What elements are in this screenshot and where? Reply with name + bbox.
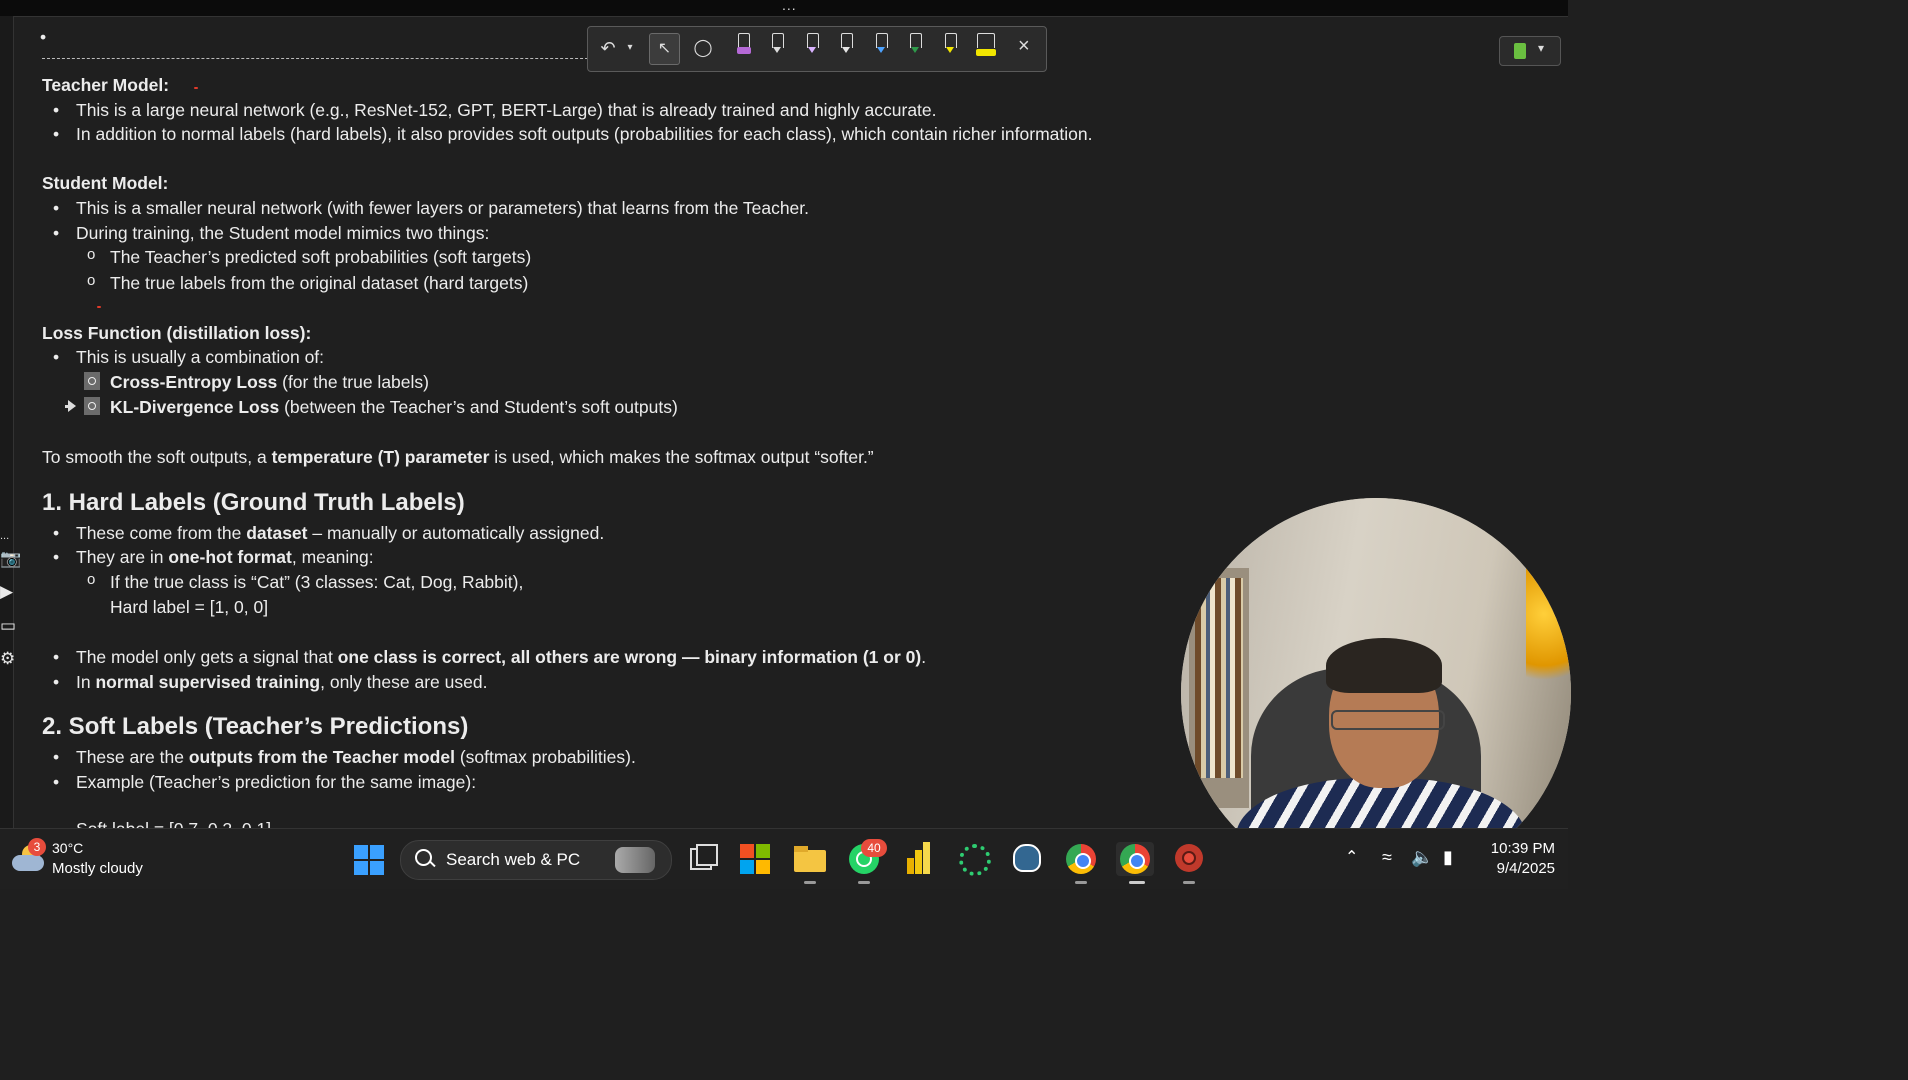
battery-icon[interactable]: ▮ [1443,847,1453,868]
chevron-down-icon[interactable]: ▾ [624,33,636,63]
highlighter-icon[interactable] [942,33,958,59]
soft-labels-heading: 2. Soft Labels (Teacher’s Predictions) [42,713,469,740]
clock-date: 9/4/2025 [1496,860,1555,877]
weather-condition[interactable]: Mostly cloudy [52,860,143,877]
chevron-down-icon: ▾ [1538,41,1545,55]
list-item: The model only gets a signal that one cl… [53,646,926,668]
list-item: Example (Teacher’s prediction for the sa… [53,771,476,793]
running-indicator [858,881,870,884]
search-box[interactable]: Search web & PC [400,840,672,880]
chrome-icon[interactable] [1065,842,1099,876]
weather-temp[interactable]: 30°C [52,840,83,856]
pen-toolbar: ↶ ▾ ↖ ◯ × [587,26,1047,72]
search-icon [415,849,432,866]
running-indicator [1129,881,1145,884]
volume-icon[interactable]: 🔈 [1411,847,1433,868]
student-heading: Student Model: [42,173,169,193]
running-indicator [1183,881,1195,884]
list-item: This is a large neural network (e.g., Re… [53,99,937,121]
close-icon[interactable]: × [1018,35,1030,58]
left-gutter [0,16,14,828]
taskbar: 3 30°C Mostly cloudy Search web & PC 40 … [0,828,1568,889]
teacher-heading: Teacher Model: [42,75,170,95]
title-bar: ... [0,0,1568,17]
pen-icon[interactable] [769,33,785,59]
chrome-icon[interactable] [1116,842,1154,876]
notebook-icon [1514,43,1526,59]
list-item: This is usually a combination of: [53,346,324,368]
pen-icon[interactable] [907,33,923,59]
list-item: They are in one-hot format, meaning: [53,546,374,568]
microsoft-store-icon[interactable] [740,844,770,874]
clock[interactable]: 10:39 PM 9/4/2025 [1481,839,1555,879]
temperature-paragraph: To smooth the soft outputs, a temperatur… [42,447,874,467]
sub-list-item: The true labels from the original datase… [87,270,528,294]
highlighter-icon[interactable] [974,33,996,59]
running-indicator [1075,881,1087,884]
list-item: In addition to normal labels (hard label… [53,123,1092,145]
sub-list-item: The Teacher’s predicted soft probabiliti… [87,244,531,268]
ink-mark [194,87,198,89]
selected-bullet-marker[interactable] [84,372,100,390]
running-indicator [804,881,816,884]
search-highlight-image [615,847,655,873]
record-icon[interactable] [1173,842,1207,876]
postgres-elephant-icon[interactable] [1011,842,1045,876]
soft-label-example: Soft label = [0.7, 0.2, 0.1] [76,818,271,828]
file-explorer-icon[interactable] [794,842,828,876]
divider [42,58,598,59]
more-options-dots[interactable]: ... [782,0,797,13]
sub-list-item: KL-Divergence Loss (between the Teacher’… [110,397,678,417]
selected-bullet-marker[interactable] [84,397,100,415]
app-ring-icon[interactable] [957,842,991,876]
clock-time: 10:39 PM [1490,840,1555,857]
ink-mark [97,306,101,308]
list-item: These come from the dataset – manually o… [53,522,604,544]
list-item: This is a smaller neural network (with f… [53,197,809,219]
select-icon[interactable]: ↖ [649,33,680,65]
task-view-icon[interactable] [686,842,720,876]
whatsapp-badge: 40 [861,839,887,857]
pen-icon[interactable] [804,33,820,59]
search-placeholder: Search web & PC [446,850,581,869]
lasso-icon[interactable]: ◯ [691,33,715,63]
hard-label-example: Hard label = [1, 0, 0] [110,597,269,617]
chevron-up-icon[interactable]: ⌃ [1345,847,1358,867]
notebook-button[interactable]: ▾ [1499,36,1561,66]
hard-labels-heading: 1. Hard Labels (Ground Truth Labels) [42,489,465,516]
undo-icon[interactable]: ↶ [596,33,620,63]
weather-badge: 3 [28,838,46,856]
loss-heading: Loss Function (distillation loss): [42,323,312,343]
power-bi-icon[interactable] [903,842,937,876]
start-button[interactable] [354,845,384,875]
eraser-icon[interactable] [735,33,751,59]
wifi-icon[interactable]: ≈ [1382,847,1392,868]
list-item: During training, the Student model mimic… [53,222,489,244]
pen-icon[interactable] [873,33,889,59]
drag-handle-arrow-icon[interactable] [68,400,76,412]
sub-list-item: Cross-Entropy Loss (for the true labels) [110,372,429,392]
sub-list-item: If the true class is “Cat” (3 classes: C… [87,569,523,593]
list-item: In normal supervised training, only thes… [53,671,487,693]
pen-icon[interactable] [838,33,854,59]
drag-handle-stem [65,405,69,408]
list-item: These are the outputs from the Teacher m… [53,746,636,768]
